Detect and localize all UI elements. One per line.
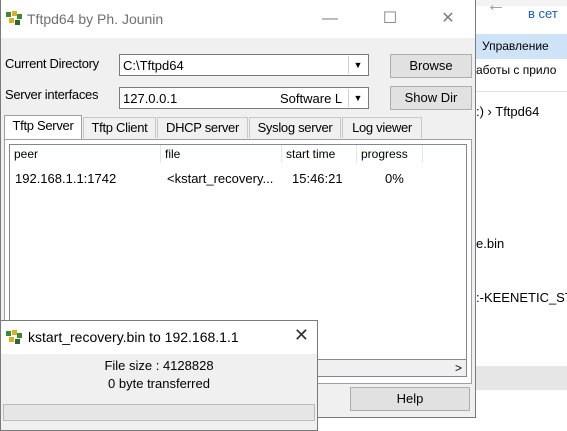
column-header-peer[interactable]: peer [10, 145, 161, 163]
background-link[interactable]: в сет [528, 6, 558, 21]
background-file-item[interactable]: e.bin [476, 236, 504, 251]
background-file-item[interactable]: :-KEENETIC_ST [476, 290, 567, 305]
tab-log-viewer[interactable]: Log viewer [342, 117, 422, 138]
dialog-close-button[interactable]: ✕ [294, 325, 309, 346]
window-title: Tftpd64 by Ph. Jounin [27, 11, 164, 27]
transfer-dialog: kstart_recovery.bin to 192.168.1.1 ✕ Fil… [0, 320, 318, 431]
row-file[interactable]: <kstart_recovery... [167, 171, 273, 186]
maximize-button[interactable]: ☐ [367, 0, 413, 38]
background-separator [476, 91, 567, 92]
tftpd-app-icon [6, 11, 22, 25]
bytes-transferred-text: 0 byte transferred [108, 376, 210, 391]
background-statusbar [476, 366, 567, 390]
transfer-progress-bar [3, 404, 315, 421]
background-ribbon-text: аботы с прило [476, 63, 557, 77]
close-button[interactable]: ✕ [425, 0, 471, 38]
row-progress[interactable]: 0% [385, 171, 404, 186]
browse-label: Browse [409, 58, 453, 73]
file-size-text: File size : 4128828 [104, 358, 214, 373]
show-dir-label: Show Dir [404, 90, 458, 105]
current-directory-value: C:\Tftpd64 [123, 58, 184, 73]
help-label: Help [396, 391, 424, 406]
column-header-start-time[interactable]: start time [282, 145, 357, 163]
chevron-right-icon[interactable]: > [455, 360, 462, 376]
row-start-time[interactable]: 15:46:21 [292, 171, 343, 186]
background-ribbon-tab[interactable]: Управление [476, 34, 567, 59]
chevron-down-icon[interactable]: ▼ [348, 89, 367, 107]
tab-tftp-client[interactable]: Tftp Client [83, 117, 156, 138]
tftpd-app-icon [6, 330, 22, 344]
current-directory-combo[interactable]: C:\Tftpd64 ▼ [119, 54, 369, 76]
server-interfaces-combo[interactable]: 127.0.0.1 Software L ▼ [119, 87, 369, 109]
back-arrow-icon[interactable]: ← [486, 0, 506, 17]
current-directory-label: Current Directory [5, 56, 99, 71]
browse-button[interactable]: Browse [390, 54, 472, 78]
help-button[interactable]: Help [350, 387, 470, 411]
ribbon-label: Управление [482, 39, 549, 53]
column-header-file[interactable]: file [161, 145, 282, 163]
show-dir-button[interactable]: Show Dir [390, 86, 472, 110]
column-header-progress[interactable]: progress [357, 145, 423, 163]
server-interface-desc: Software L [280, 91, 343, 106]
tab-syslog-server[interactable]: Syslog server [249, 117, 341, 138]
chevron-down-icon[interactable]: ▼ [348, 56, 367, 74]
tab-tftp-server[interactable]: Tftp Server [4, 115, 82, 139]
title-bar[interactable]: Tftpd64 by Ph. Jounin — ☐ ✕ [1, 0, 475, 38]
background-breadcrumb[interactable]: :) › Tftpd64 [476, 104, 539, 119]
row-peer[interactable]: 192.168.1.1:1742 [15, 171, 116, 186]
dialog-title: kstart_recovery.bin to 192.168.1.1 [28, 329, 239, 345]
tab-dhcp-server[interactable]: DHCP server [157, 117, 248, 138]
server-interfaces-label: Server interfaces [5, 87, 99, 102]
dialog-title-bar[interactable]: kstart_recovery.bin to 192.168.1.1 ✕ [1, 321, 317, 354]
server-interface-ip: 127.0.0.1 [123, 91, 178, 106]
minimize-button[interactable]: — [307, 0, 353, 38]
